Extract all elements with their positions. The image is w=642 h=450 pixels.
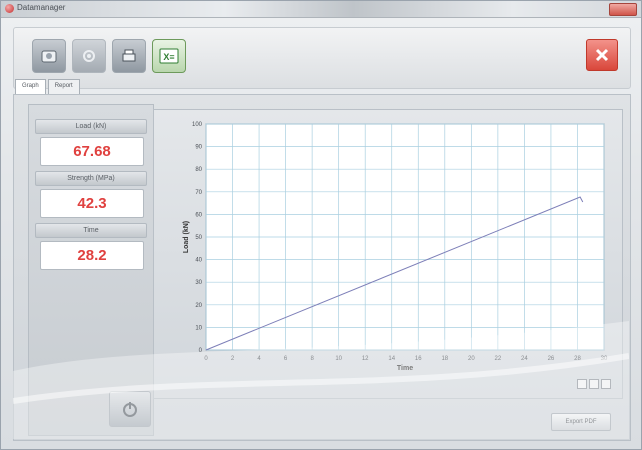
x-tick-label: 26 (548, 356, 555, 362)
excel-export-button[interactable]: X≡ (152, 39, 186, 73)
reset-button[interactable] (109, 391, 151, 427)
x-tick-label: 4 (257, 356, 261, 362)
x-tick-label: 22 (495, 356, 502, 362)
x-tick-label: 0 (204, 356, 208, 362)
y-tick-label: 60 (195, 212, 202, 218)
strength-label: Strength (MPa) (35, 171, 147, 186)
y-tick-label: 10 (195, 325, 202, 331)
x-tick-label: 8 (310, 356, 314, 362)
close-icon (595, 48, 609, 62)
x-tick-label: 28 (574, 356, 581, 362)
time-label: Time (35, 223, 147, 238)
tab-strip: Graph Report (15, 79, 82, 95)
print-icon (122, 49, 136, 62)
y-tick-label: 40 (195, 258, 202, 264)
tab-graph[interactable]: Graph (15, 79, 46, 95)
y-tick-label: 80 (195, 167, 202, 173)
load-label: Load (kN) (35, 119, 147, 134)
x-tick-label: 2 (231, 356, 235, 362)
y-tick-label: 30 (195, 280, 202, 286)
x-tick-label: 20 (468, 356, 475, 362)
load-value: 67.68 (40, 137, 144, 166)
settings-icon (83, 50, 95, 62)
machine-button[interactable] (32, 39, 66, 73)
pan-icon[interactable] (589, 379, 599, 389)
x-tick-label: 6 (284, 356, 288, 362)
window-close-button[interactable] (609, 3, 637, 16)
y-tick-label: 90 (195, 145, 202, 151)
zoom-icon[interactable] (577, 379, 587, 389)
close-button[interactable] (586, 39, 618, 71)
y-axis-title: Load (kN) (183, 221, 190, 253)
excel-icon: X≡ (159, 48, 179, 64)
settings-button[interactable] (72, 39, 106, 73)
title-bar: Datamanager (1, 1, 641, 18)
power-icon (123, 402, 137, 417)
app-window: Datamanager X≡ Graph Report Load (kN) 67… (0, 0, 642, 450)
x-tick-label: 10 (335, 356, 342, 362)
x-tick-label: 16 (415, 356, 422, 362)
load-time-chart: 0 2 4 6 8 10 12 14 16 18 20 22 24 26 28 300102030405060… (183, 122, 608, 372)
tab-report[interactable]: Report (47, 79, 80, 95)
strength-value: 42.3 (40, 189, 144, 218)
x-tick-label: 24 (521, 356, 528, 362)
app-icon (5, 4, 14, 13)
y-tick-label: 20 (195, 303, 202, 309)
y-tick-label: 70 (195, 190, 202, 196)
chart-panel: 0 2 4 6 8 10 12 14 16 18 20 22 24 26 28 30 0 10 20 30 40 50 60… (153, 109, 623, 399)
x-tick-label: 12 (362, 356, 369, 362)
machine-icon (41, 50, 57, 63)
x-tick-label: 14 (388, 356, 395, 362)
y-tick-label: 100 (192, 122, 203, 128)
x-tick-label: 30 (601, 356, 608, 362)
export-pdf-button[interactable]: Export PDF (551, 413, 611, 431)
window-title: Datamanager (17, 3, 66, 12)
chart-tools (577, 379, 611, 389)
x-tick-label: 18 (441, 356, 448, 362)
x-axis-title: Time (397, 365, 413, 372)
readout-panel: Load (kN) 67.68 Strength (MPa) 42.3 Time… (28, 104, 154, 436)
y-tick-label: 50 (195, 235, 202, 241)
toolbar: X≡ (13, 27, 631, 89)
time-value: 28.2 (40, 241, 144, 270)
excel-icon-label: X≡ (163, 52, 174, 62)
fit-icon[interactable] (601, 379, 611, 389)
print-button[interactable] (112, 39, 146, 73)
y-tick-label: 0 (199, 348, 203, 354)
